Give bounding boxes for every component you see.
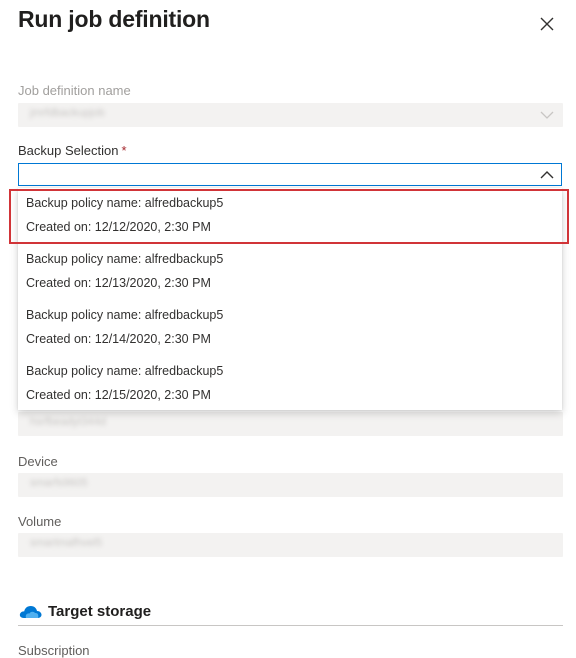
job-definition-name-dropdown: jmrfdbackupjob [18, 103, 563, 127]
backup-selection-menu: Backup policy name: alfredbackup5 Create… [18, 188, 562, 410]
backup-option[interactable]: Backup policy name: alfredbackup5 Create… [18, 244, 562, 300]
chevron-down-icon [540, 111, 554, 119]
device-label: Device [18, 454, 58, 469]
volume-field: smartmafhvel5 [18, 533, 563, 557]
volume-value: smartmafhvel5 [30, 537, 103, 549]
backup-option-policy: Backup policy name: alfredbackup5 [26, 364, 224, 378]
volume-label: Volume [18, 514, 62, 529]
backup-selection-label: Backup Selection * [18, 143, 127, 158]
subscription-label: Subscription [18, 643, 90, 658]
backup-option[interactable]: Backup policy name: alfredbackup5 Create… [18, 300, 562, 356]
close-icon [540, 17, 554, 31]
backup-option-policy: Backup policy name: alfredbackup5 [26, 252, 224, 266]
backup-option[interactable]: Backup policy name: alfredbackup5 Create… [18, 188, 562, 244]
job-definition-name-value: jmrfdbackupjob [30, 107, 105, 119]
device-field: smarfs9605 [18, 473, 563, 497]
target-storage-heading: Target storage [48, 603, 152, 620]
hidden-field-value: hsrfbeadyt344d [30, 416, 106, 428]
backup-option-created: Created on: 12/13/2020, 2:30 PM [26, 276, 211, 290]
backup-option-created: Created on: 12/14/2020, 2:30 PM [26, 332, 211, 346]
backup-option-created: Created on: 12/15/2020, 2:30 PM [26, 388, 211, 402]
backup-selection-label-text: Backup Selection [18, 143, 119, 158]
chevron-up-icon [540, 171, 554, 179]
cloud-icon [18, 601, 44, 621]
job-definition-name-label: Job definition name [18, 83, 131, 98]
backup-option-created: Created on: 12/12/2020, 2:30 PM [26, 220, 211, 234]
required-marker: * [121, 143, 127, 158]
backup-option-policy: Backup policy name: alfredbackup5 [26, 308, 224, 322]
page-title: Run job definition [18, 6, 210, 32]
backup-option[interactable]: Backup policy name: alfredbackup5 Create… [18, 356, 562, 412]
section-divider [18, 625, 563, 626]
backup-option-policy: Backup policy name: alfredbackup5 [26, 196, 224, 210]
close-button[interactable] [533, 10, 561, 38]
device-value: smarfs9605 [30, 477, 88, 489]
backup-selection-dropdown[interactable] [18, 163, 562, 186]
hidden-field: hsrfbeadyt344d [18, 412, 563, 436]
